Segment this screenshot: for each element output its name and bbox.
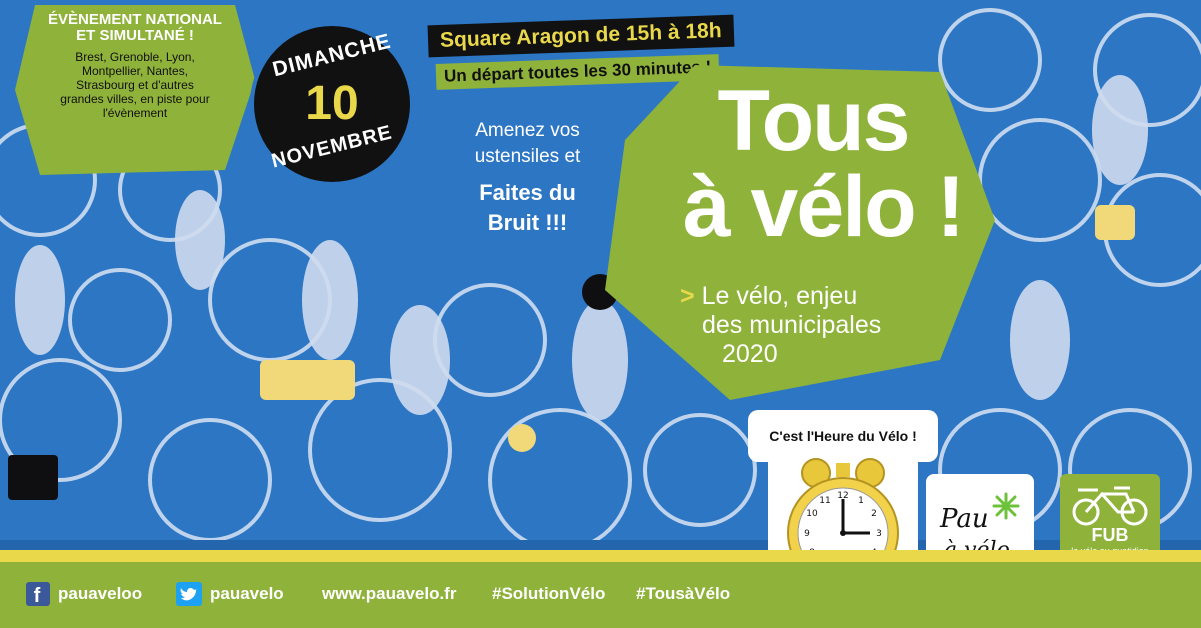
twitter-handle: pauavelo: [210, 584, 284, 603]
date-badge: DIMANCHE 10 NOVEMBRE: [246, 18, 418, 190]
subtitle-line2: des municipales: [702, 311, 882, 339]
event-badge-title: Évènement national et simultané !: [30, 12, 240, 44]
svg-text:3: 3: [876, 529, 882, 539]
event-badge-title-line2: et simultané !: [76, 27, 194, 44]
pau-logo-star-icon: [992, 492, 1020, 520]
event-badge-cities: Brest, Grenoble, Lyon, Montpellier, Nant…: [30, 50, 240, 120]
footer-hashtag-solutionvelo[interactable]: #SolutionVélo: [492, 580, 605, 608]
footer-twitter[interactable]: pauavelo: [176, 580, 284, 608]
pau-logo-line1: Pau: [940, 504, 989, 534]
svg-text:10: 10: [806, 509, 818, 519]
fub-bike-logo: [1072, 486, 1148, 526]
footer-facebook[interactable]: f pauaveloo: [26, 580, 142, 608]
footer-website-link[interactable]: www.pauavelo.fr: [322, 580, 456, 608]
callout-line4: Bruit !!!: [487, 210, 568, 235]
subtitle-line1: > Le vélo, enjeu: [680, 282, 980, 311]
event-badge: Évènement national et simultané ! Brest,…: [30, 12, 240, 121]
headline-line1: Tous: [717, 73, 910, 169]
footer-accent-strip: [0, 550, 1201, 562]
city-line: Montpellier, Nantes,: [81, 64, 189, 78]
city-line: Strasbourg et d'autres: [76, 78, 194, 92]
svg-text:11: 11: [819, 496, 830, 506]
headline-line2: à vélo !: [682, 159, 965, 255]
city-line: grandes villes, en piste pour: [60, 92, 210, 106]
noise-callout: Amenez vos ustensiles et Faites du Bruit…: [440, 118, 615, 238]
subtitle-marker: >: [680, 282, 695, 310]
subtitle-text1: Le vélo, enjeu: [701, 282, 858, 310]
svg-text:2: 2: [871, 509, 877, 519]
facebook-icon: f: [26, 582, 50, 606]
callout-line3: Faites du: [479, 180, 576, 205]
fub-name: FUB: [1091, 525, 1129, 545]
event-badge-title-line1: Évènement national: [48, 11, 222, 28]
svg-text:1: 1: [858, 496, 864, 506]
subtitle-line3: 2020: [722, 340, 778, 368]
svg-text:9: 9: [804, 529, 810, 539]
callout-line1: Amenez vos: [475, 120, 580, 141]
callout-line2: ustensiles et: [474, 146, 581, 167]
city-line: Brest, Grenoble, Lyon,: [75, 50, 195, 64]
headline: Tous à vélo !: [628, 78, 998, 250]
city-line: l'évènement: [102, 106, 168, 120]
facebook-handle: pauaveloo: [58, 584, 143, 603]
footer-hashtag-tousavelo[interactable]: #TousàVélo: [636, 580, 730, 608]
subtitle: > Le vélo, enjeu des municipales 2020: [680, 282, 980, 369]
twitter-icon: [176, 582, 202, 606]
